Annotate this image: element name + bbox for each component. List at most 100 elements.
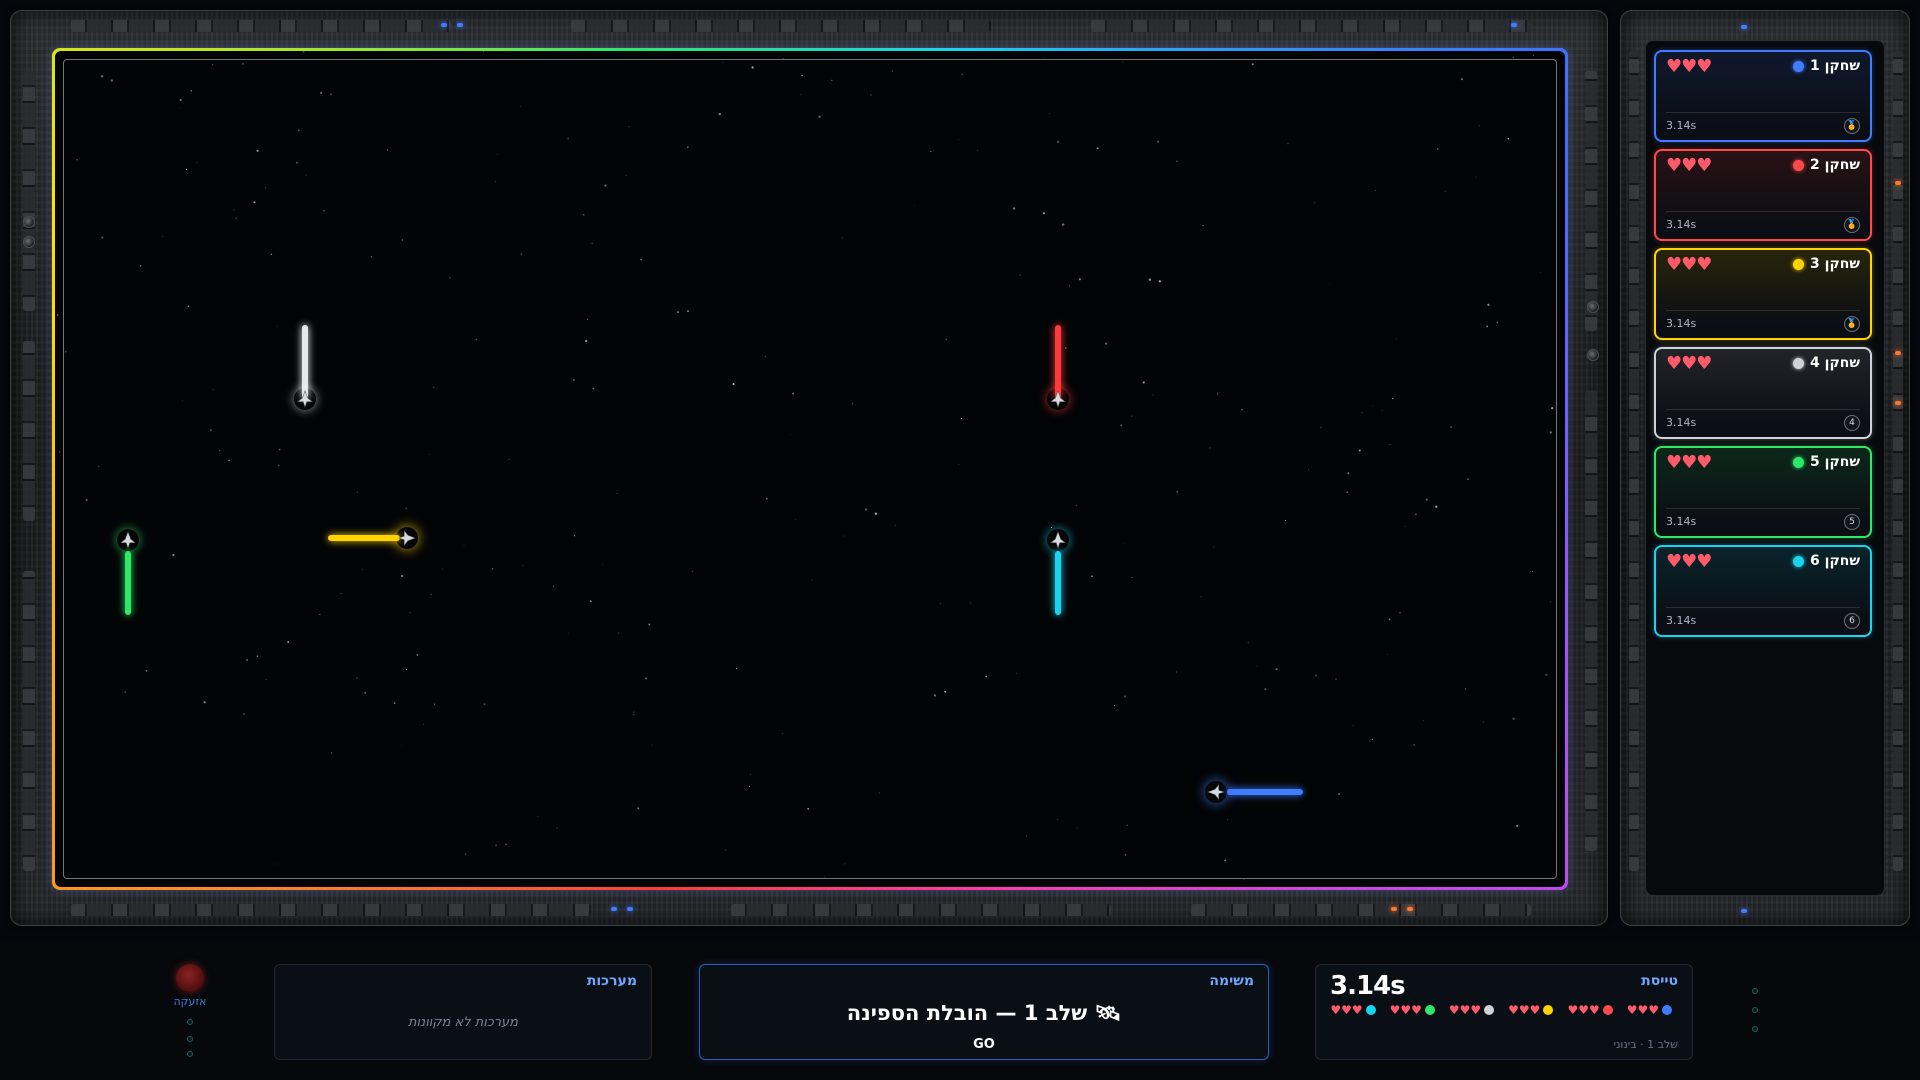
star — [1176, 160, 1178, 162]
player-card-5[interactable]: שחקן 5 ♥♥♥ 3.14s 5 — [1654, 446, 1872, 538]
star — [442, 568, 444, 570]
systems-empty-message: מערכות לא מקוונות — [407, 1015, 519, 1030]
star — [495, 180, 497, 182]
star — [628, 125, 630, 128]
star — [1315, 674, 1318, 677]
star — [1113, 705, 1115, 707]
player-card-4[interactable]: שחקן 4 ♥♥♥ 3.14s 4 — [1654, 347, 1872, 439]
star — [1264, 688, 1267, 691]
star — [567, 137, 570, 140]
mission-panel: משימה 🛰 שלב 1 — הובלת הספינה GO — [699, 964, 1269, 1060]
star — [58, 451, 61, 453]
player-color-dot — [1793, 357, 1805, 369]
frame-strip — [1629, 51, 1639, 871]
star — [1122, 61, 1124, 63]
star — [100, 75, 104, 78]
star — [944, 690, 947, 693]
star — [482, 51, 485, 52]
player-card-6[interactable]: שחקן 6 ♥♥♥ 3.14s 6 — [1654, 545, 1872, 637]
star — [1475, 176, 1477, 178]
star — [874, 512, 878, 515]
star — [1019, 274, 1021, 276]
medal-icon: 🏅 — [1844, 118, 1860, 134]
status-dot — [1752, 988, 1758, 994]
star — [1486, 325, 1489, 328]
star — [409, 612, 411, 614]
star — [432, 386, 435, 388]
star — [782, 58, 784, 60]
star — [233, 209, 235, 211]
star — [1056, 140, 1060, 143]
star — [1512, 717, 1515, 720]
star — [274, 863, 276, 865]
alarm-light-icon[interactable] — [176, 964, 204, 992]
mission-icon: 🛰 — [1094, 1001, 1122, 1025]
star — [618, 632, 620, 634]
star — [370, 256, 372, 258]
systems-panel: מערכות מערכות לא מקוונות — [274, 964, 652, 1060]
star — [736, 668, 738, 670]
star — [57, 314, 59, 316]
player-card-3[interactable]: שחקן 3 ♥♥♥ 3.14s 🏅 — [1654, 248, 1872, 340]
ship[interactable] — [1047, 529, 1069, 551]
status-dot — [187, 1051, 193, 1057]
ship[interactable] — [117, 529, 139, 551]
star — [1335, 678, 1337, 680]
star — [124, 691, 126, 693]
indicator-led — [1511, 23, 1517, 27]
squadron-title: טייסת — [1641, 973, 1678, 989]
player-card-2[interactable]: שחקן 2 ♥♥♥ 3.14s 🏅 — [1654, 149, 1872, 241]
star — [422, 723, 424, 725]
star — [356, 491, 358, 493]
frame-strip — [1585, 391, 1597, 851]
star — [265, 187, 266, 189]
star — [1487, 303, 1490, 306]
star — [616, 492, 618, 495]
star — [800, 93, 802, 96]
star — [676, 311, 679, 314]
star — [583, 214, 585, 216]
ship[interactable] — [396, 527, 418, 549]
star — [1026, 835, 1027, 837]
star — [242, 712, 246, 716]
star — [1395, 338, 1397, 340]
star — [387, 149, 389, 151]
star — [1076, 827, 1078, 829]
indicator-led — [1895, 351, 1901, 355]
star — [331, 752, 333, 754]
player-color-dot — [1793, 258, 1805, 270]
star — [625, 174, 627, 176]
ship[interactable] — [1047, 388, 1069, 410]
indicator-led — [1741, 25, 1747, 29]
player-card-1[interactable]: שחקן 1 ♥♥♥ 3.14s 🏅 — [1654, 50, 1872, 142]
star — [1464, 688, 1467, 690]
star — [190, 90, 192, 92]
ship[interactable] — [1205, 781, 1227, 803]
star — [1512, 56, 1514, 59]
star — [1247, 642, 1249, 644]
star — [1496, 321, 1498, 324]
arena-space[interactable] — [55, 51, 1565, 887]
star — [790, 434, 791, 435]
star — [1399, 612, 1401, 614]
squadron-member: ♥♥♥ — [1627, 1003, 1672, 1017]
star — [765, 497, 768, 500]
ship-trail — [1227, 789, 1303, 795]
star — [287, 641, 290, 644]
game-arena[interactable] — [52, 48, 1568, 890]
ship[interactable] — [294, 388, 316, 410]
star — [429, 454, 430, 456]
star — [1507, 137, 1510, 140]
spaceship-icon — [120, 531, 136, 549]
frame-strip — [23, 341, 35, 521]
star — [1131, 576, 1133, 578]
star — [1329, 284, 1330, 285]
star — [1371, 738, 1374, 741]
star — [64, 350, 67, 353]
status-dot — [187, 1036, 193, 1042]
medal-icon: 🏅 — [1844, 217, 1860, 233]
star — [203, 701, 206, 704]
card-divider — [1666, 112, 1860, 113]
indicator-led — [1391, 907, 1397, 911]
star — [1531, 570, 1533, 573]
